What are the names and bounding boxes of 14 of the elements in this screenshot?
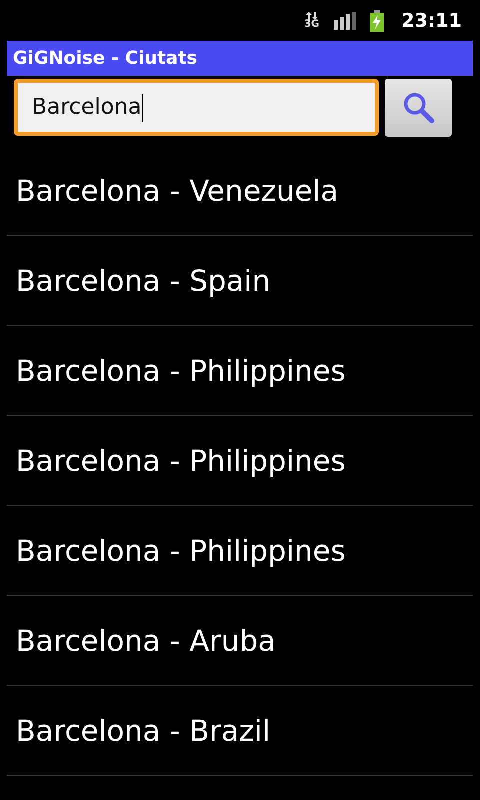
search-icon	[402, 91, 436, 125]
result-item[interactable]: Barcelona - Aruba	[7, 596, 473, 686]
result-item[interactable]: Barcelona - Philippines	[7, 326, 473, 416]
result-item[interactable]: Barcelona - Philippines	[7, 506, 473, 596]
signal-icon	[334, 12, 356, 30]
window-title: GiGNoise - Ciutats	[13, 48, 198, 69]
result-item[interactable]: Barcelona - Spain	[7, 236, 473, 326]
search-button[interactable]	[385, 79, 452, 137]
result-item[interactable]: Barcelona - Brazil	[7, 686, 473, 776]
search-field[interactable]: Barcelona	[14, 79, 379, 136]
battery-charging-icon	[370, 10, 384, 32]
result-item[interactable]: Barcelona - Philippines	[7, 416, 473, 506]
clock-time: 23:11	[402, 10, 462, 32]
result-item[interactable]: Barcelona - Venezuela	[7, 146, 473, 236]
